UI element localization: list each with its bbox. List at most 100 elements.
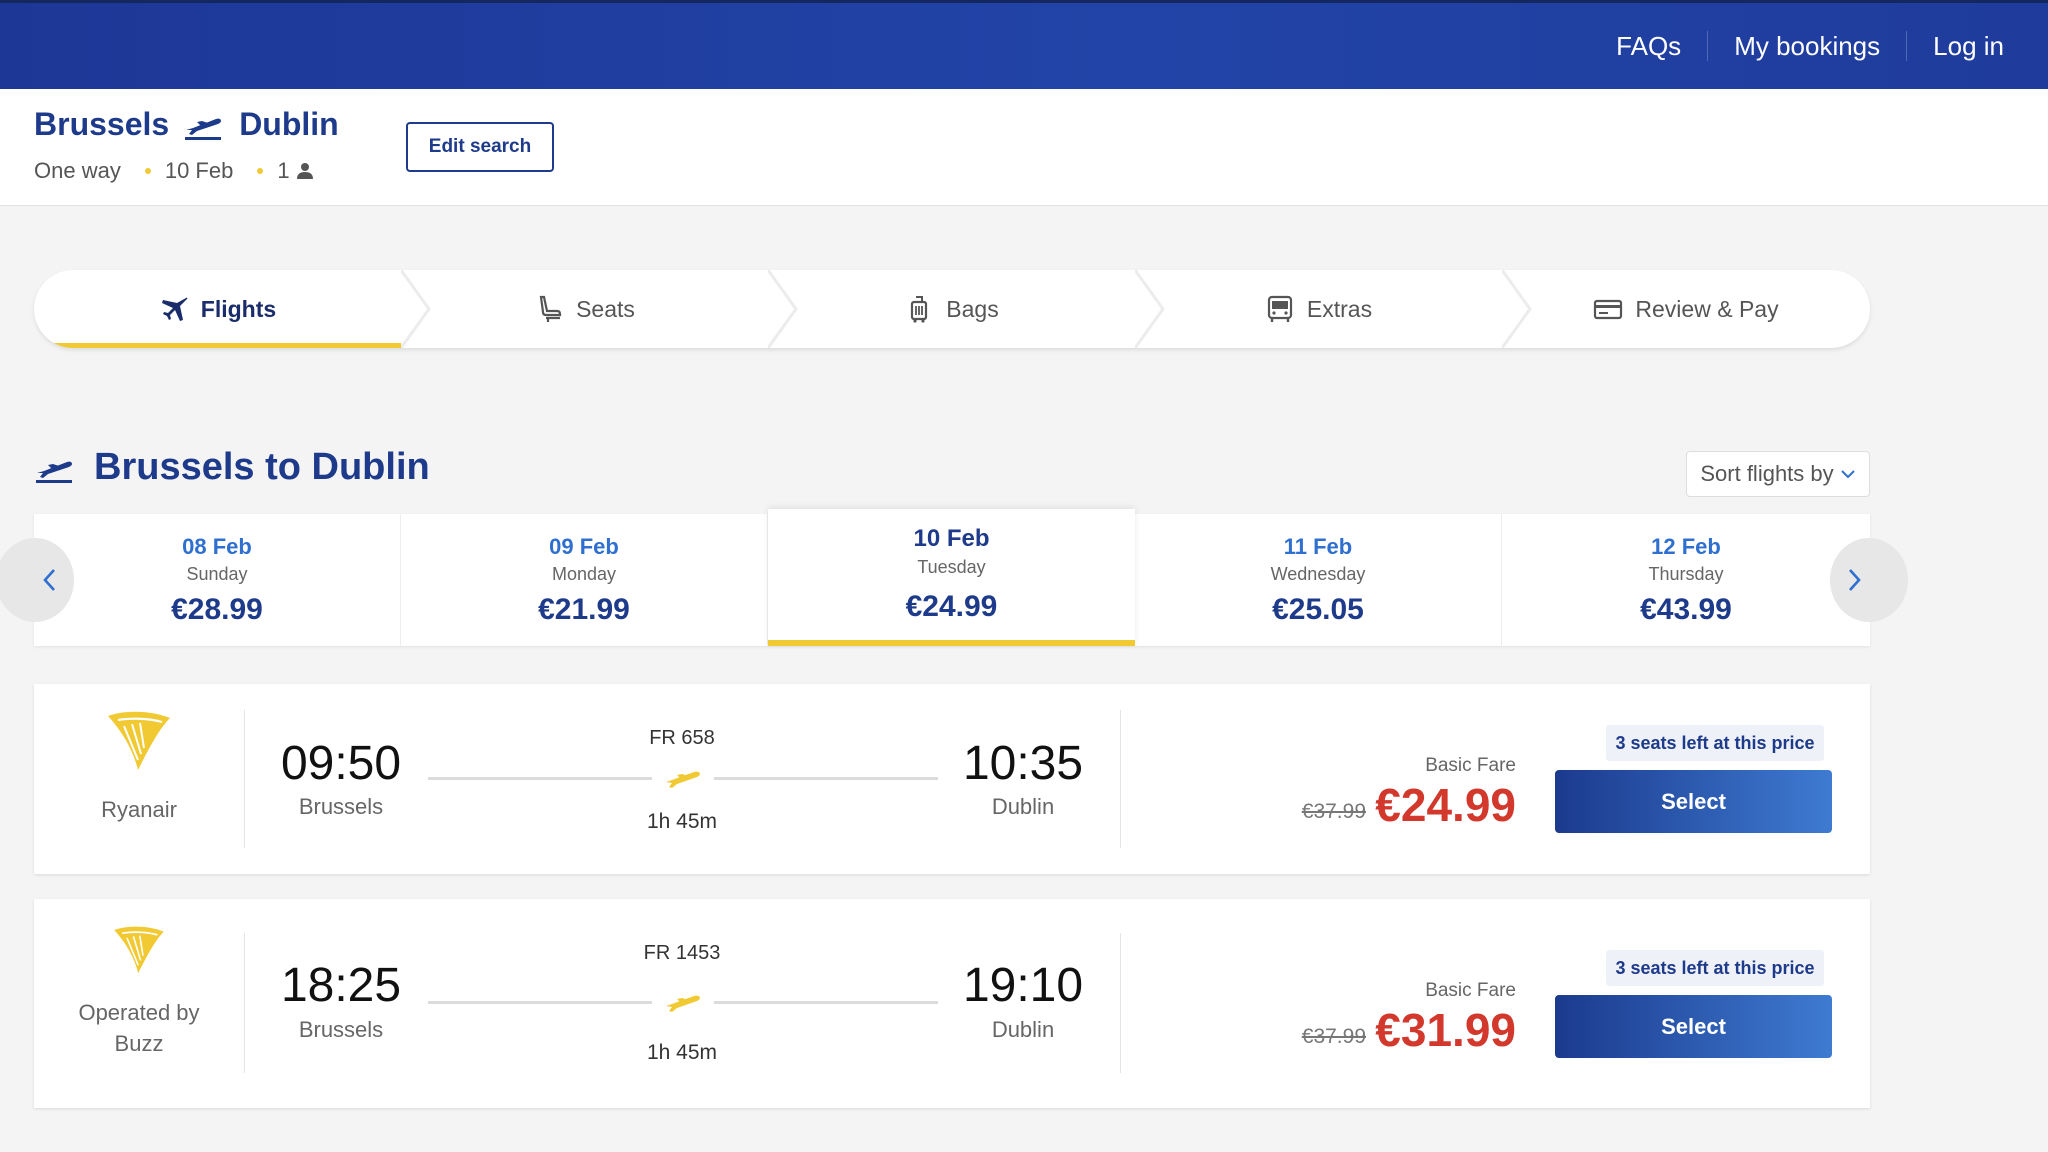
- date-price: €28.99: [171, 593, 263, 626]
- faqs-link[interactable]: FAQs: [1590, 31, 1707, 61]
- step-bags[interactable]: Bags: [768, 270, 1135, 348]
- flight-duration: 1h 45m: [646, 1041, 718, 1064]
- operated-by-label: Operated by: [78, 1000, 200, 1025]
- chevron-down-icon: [1840, 470, 1855, 479]
- person-icon: [296, 163, 313, 179]
- passenger-count: 1: [277, 158, 290, 183]
- original-price: €37.99: [1301, 800, 1366, 823]
- airline-name: Ryanair: [101, 797, 177, 822]
- weekday-label: Wednesday: [1270, 564, 1366, 584]
- step-divider: [1135, 270, 1165, 348]
- weekday-label: Thursday: [1648, 564, 1724, 584]
- route-destination: Dublin: [239, 106, 339, 142]
- date-price: €24.99: [905, 590, 998, 623]
- weekday-label: Tuesday: [917, 557, 986, 577]
- arrival-time: 19:10: [962, 959, 1084, 1012]
- step-label: Flights: [200, 295, 277, 322]
- seat-icon: [539, 295, 562, 322]
- booking-stepper: Flights Seats Bags Extras Review & Pay: [34, 270, 1870, 348]
- divider: [1120, 710, 1121, 848]
- divider: [244, 710, 245, 848]
- airline-info: Operated by Buzz: [34, 923, 244, 1059]
- trip-date: 10 Feb: [164, 158, 234, 183]
- fare-type: Basic Fare: [1425, 980, 1516, 1001]
- date-option-09-feb[interactable]: 09 Feb Monday €21.99: [401, 514, 768, 646]
- date-price: €43.99: [1640, 593, 1732, 626]
- top-nav-links: FAQs My bookings Log in: [1590, 3, 2030, 89]
- step-label: Extras: [1306, 295, 1373, 322]
- separator-dot: [257, 168, 264, 174]
- step-divider: [401, 270, 431, 348]
- ryanair-harp-logo-icon: [108, 711, 170, 770]
- original-price: €37.99: [1301, 1025, 1366, 1048]
- step-seats[interactable]: Seats: [401, 270, 768, 348]
- departure-city: Brussels: [298, 794, 384, 819]
- current-price: €31.99: [1375, 1004, 1516, 1056]
- departure-time: 09:50: [280, 737, 402, 790]
- plane-icon: [666, 771, 700, 788]
- takeoff-plane-icon: [36, 461, 72, 483]
- trip-type: One way: [34, 158, 121, 183]
- step-divider: [1502, 270, 1532, 348]
- date-price: €21.99: [538, 593, 630, 626]
- separator-dot: [144, 168, 151, 174]
- chevron-right-icon: [1849, 569, 1861, 591]
- airline-info: Ryanair: [34, 708, 244, 825]
- flight-path-line: [428, 1001, 652, 1004]
- seats-left-badge: 3 seats left at this price: [1606, 950, 1824, 986]
- step-review-pay[interactable]: Review & Pay: [1502, 270, 1870, 348]
- chevron-left-icon: [43, 569, 55, 591]
- flight-number: FR 658: [649, 727, 715, 749]
- date-label: 08 Feb: [182, 534, 252, 559]
- flight-path-line: [428, 777, 652, 780]
- takeoff-plane-icon: [185, 118, 222, 140]
- step-label: Review & Pay: [1635, 295, 1779, 322]
- date-option-08-feb[interactable]: 08 Feb Sunday €28.99: [34, 514, 401, 646]
- results-title-text: Brussels to Dublin: [94, 446, 430, 488]
- luggage-icon: [911, 296, 928, 323]
- edit-search-button[interactable]: Edit search: [406, 122, 554, 172]
- operator-name: Buzz: [114, 1031, 164, 1056]
- divider: [1120, 933, 1121, 1073]
- flight-path-line: [714, 1001, 938, 1004]
- top-nav-bar: FAQs My bookings Log in: [0, 0, 2048, 89]
- flight-card[interactable]: Operated by Buzz 18:25 Brussels FR 1453 …: [34, 899, 1870, 1108]
- select-flight-button[interactable]: Select: [1555, 770, 1832, 833]
- flight-number: FR 1453: [643, 942, 721, 964]
- my-bookings-link[interactable]: My bookings: [1707, 31, 1906, 61]
- departure-city: Brussels: [298, 1017, 384, 1042]
- date-option-12-feb[interactable]: 12 Feb Thursday €43.99: [1502, 514, 1870, 646]
- route-meta: One way 10 Feb 1: [34, 158, 314, 184]
- date-option-11-feb[interactable]: 11 Feb Wednesday €25.05: [1135, 514, 1502, 646]
- step-extras[interactable]: Extras: [1135, 270, 1502, 348]
- select-flight-button[interactable]: Select: [1555, 995, 1832, 1058]
- seats-left-badge: 3 seats left at this price: [1606, 725, 1824, 761]
- flight-path-line: [714, 777, 938, 780]
- arrival-time: 10:35: [962, 737, 1084, 790]
- route-origin: Brussels: [34, 106, 170, 142]
- fare-type: Basic Fare: [1425, 755, 1516, 776]
- date-price: €25.05: [1272, 593, 1364, 626]
- date-option-10-feb[interactable]: 10 Feb Tuesday €24.99: [768, 509, 1135, 646]
- step-flights[interactable]: Flights: [34, 270, 401, 348]
- plane-icon: [666, 995, 700, 1012]
- date-label: 10 Feb: [913, 525, 990, 552]
- next-dates-button[interactable]: [1830, 538, 1908, 622]
- ryanair-harp-logo-icon: [114, 926, 164, 974]
- flight-card[interactable]: Ryanair 09:50 Brussels FR 658 1h 45m 10:…: [34, 684, 1870, 874]
- results-title: Brussels to Dublin: [34, 446, 430, 489]
- date-label: 11 Feb: [1283, 534, 1353, 559]
- credit-card-icon: [1594, 299, 1623, 320]
- route-title: Brussels Dublin: [34, 106, 339, 143]
- current-price: €24.99: [1375, 779, 1516, 831]
- sort-flights-dropdown[interactable]: Sort flights by: [1686, 451, 1870, 497]
- arrival-city: Dublin: [991, 794, 1055, 819]
- weekday-label: Sunday: [186, 564, 248, 584]
- arrival-city: Dublin: [991, 1017, 1055, 1042]
- date-label: 12 Feb: [1651, 534, 1721, 559]
- flight-duration: 1h 45m: [646, 810, 718, 833]
- step-divider: [768, 270, 798, 348]
- plane-icon: [161, 297, 188, 321]
- login-link[interactable]: Log in: [1906, 31, 2030, 61]
- departure-time: 18:25: [280, 959, 402, 1012]
